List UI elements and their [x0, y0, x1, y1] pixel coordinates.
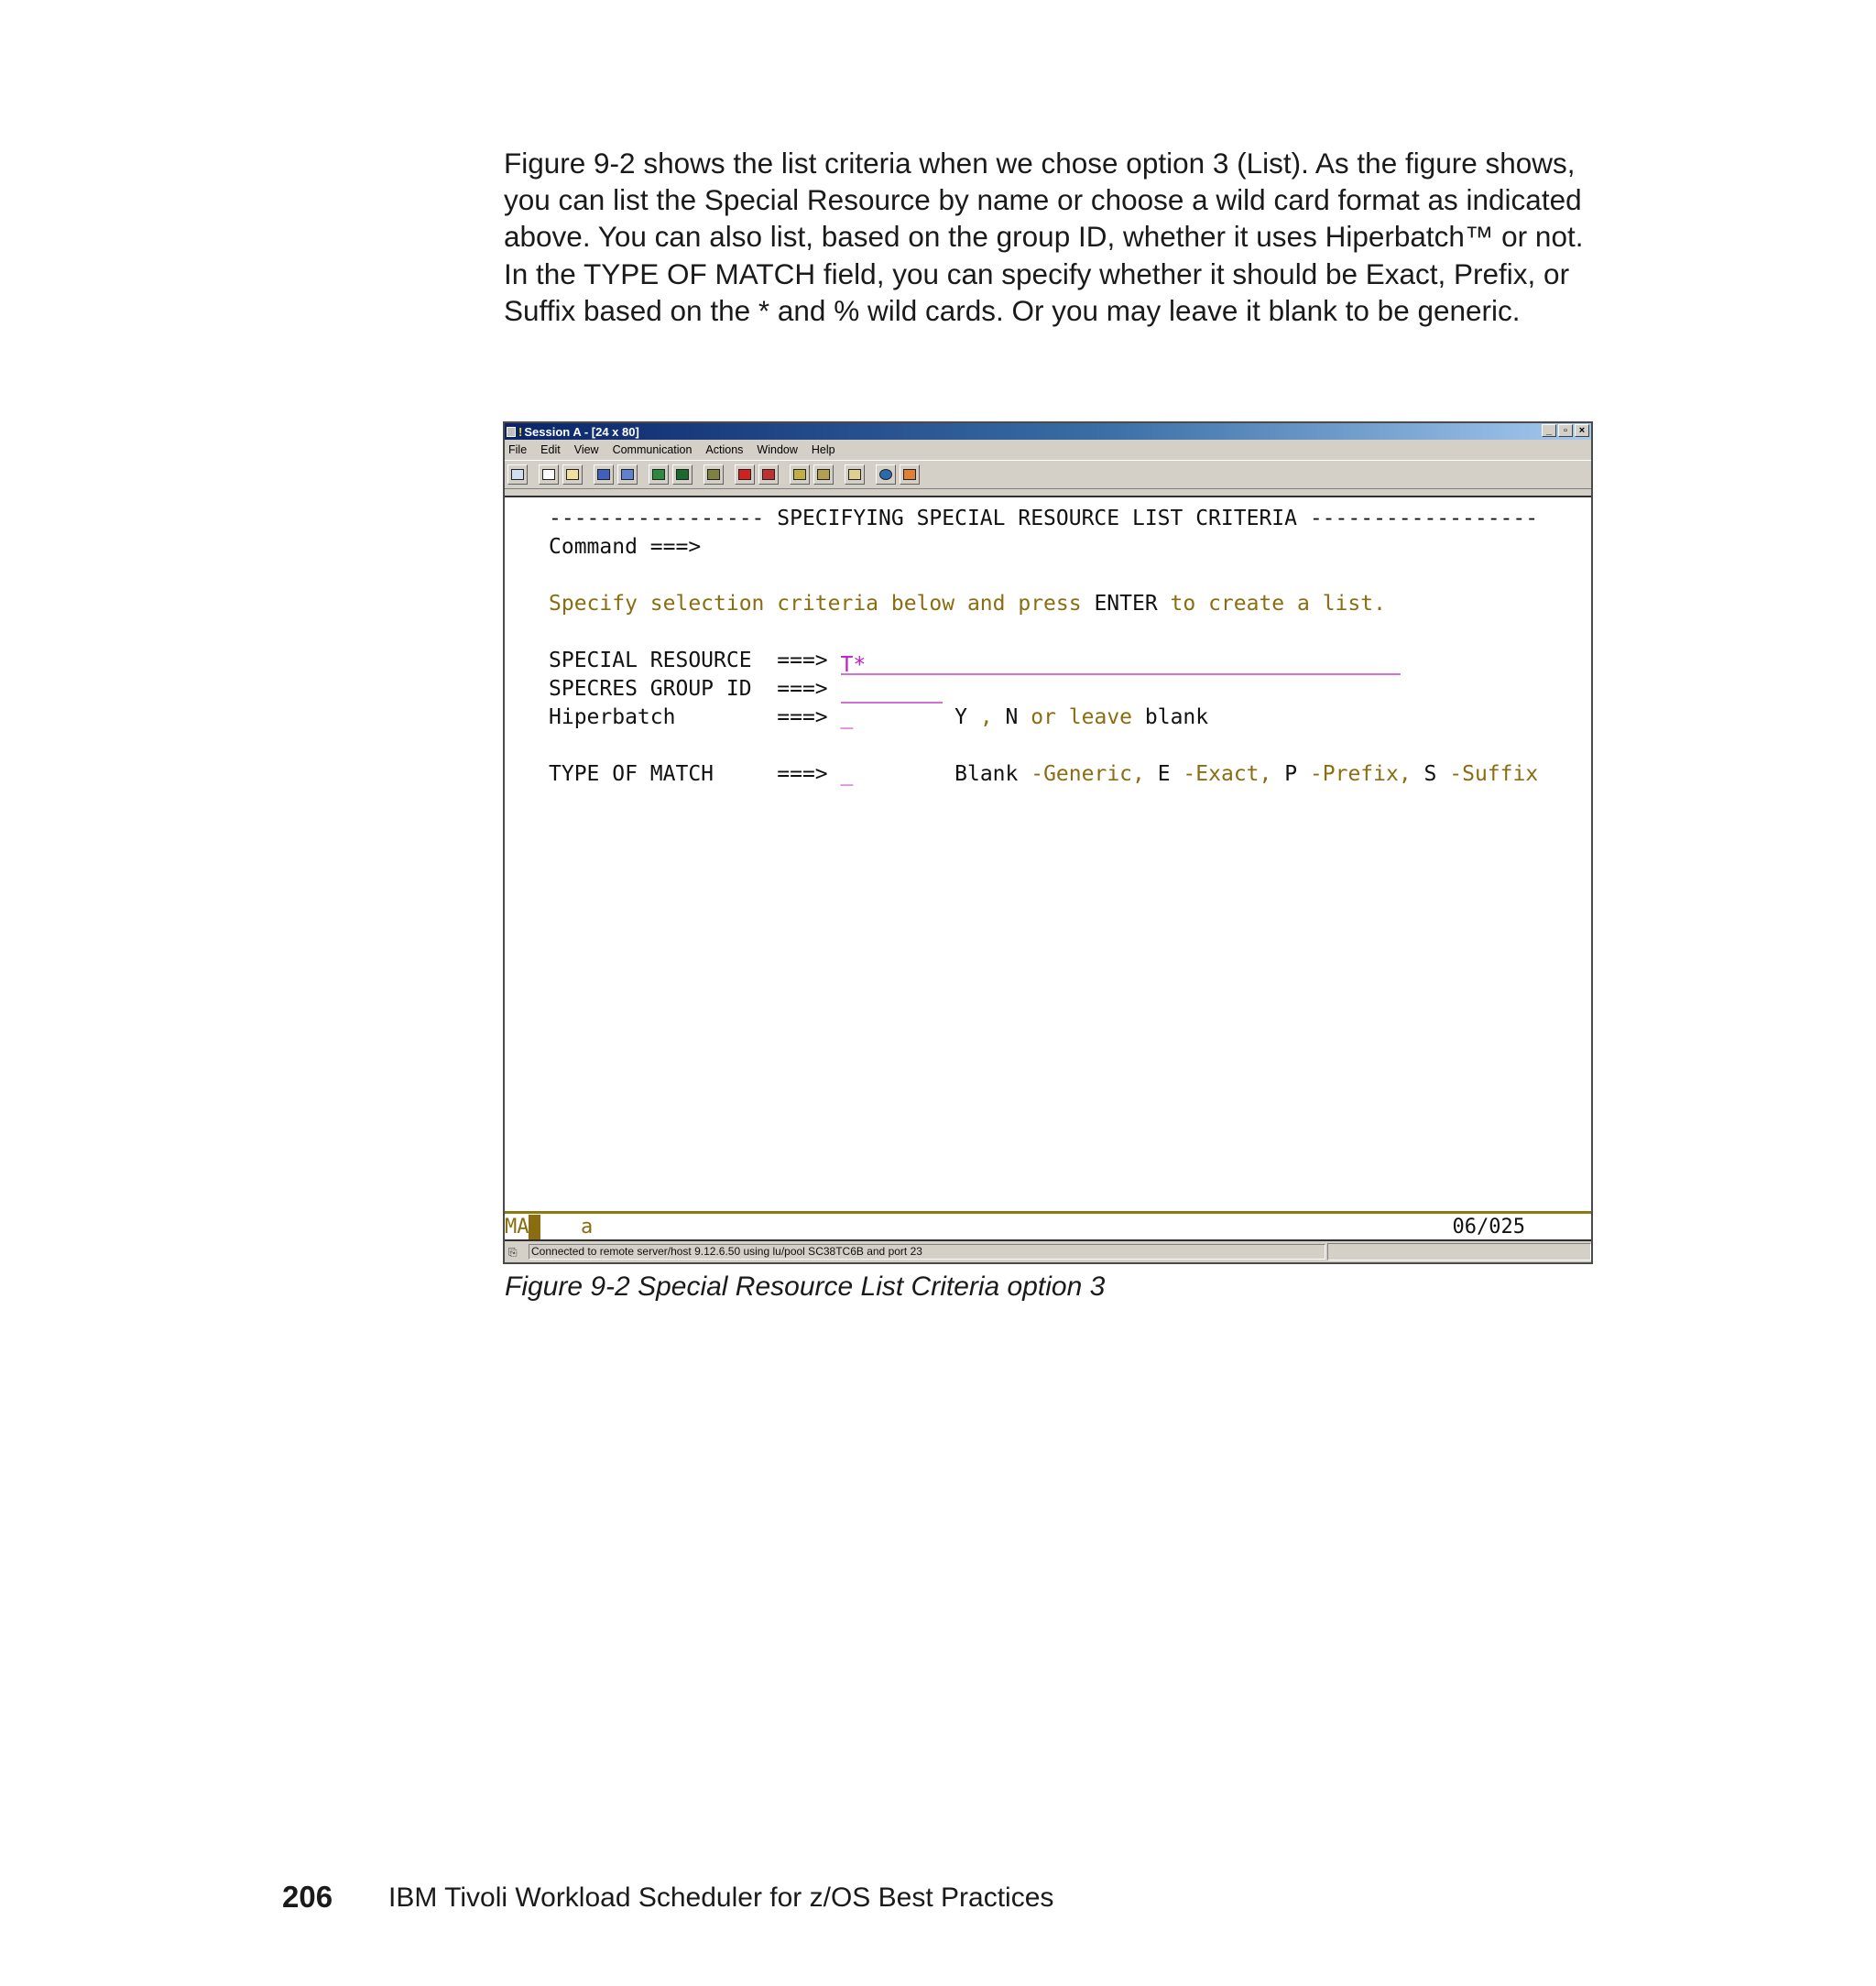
hint-or: or leave: [1018, 705, 1145, 729]
instruction-line: Specify selection criteria below and pre…: [549, 590, 1386, 618]
menu-edit[interactable]: Edit: [540, 443, 561, 456]
menu-help[interactable]: Help: [812, 443, 835, 456]
intro-paragraph: Figure 9-2 shows the list criteria when …: [504, 147, 1584, 327]
window-title: Session A - [24 x 80]: [524, 424, 639, 439]
keypad-icon[interactable]: [672, 464, 693, 485]
globe-icon[interactable]: [876, 464, 896, 485]
special-resource-input[interactable]: T*: [840, 651, 1401, 677]
cursor-position: 06/025: [1452, 1216, 1525, 1239]
page-number: 206: [282, 1880, 333, 1914]
oia-indicator: a: [581, 1216, 594, 1239]
command-label: Command ===>: [549, 535, 702, 559]
menu-bar: File Edit View Communication Actions Win…: [505, 440, 1591, 460]
emulator-window: ! Session A - [24 x 80] _ ▫ × File Edit …: [503, 421, 1593, 1264]
hint-y: Y: [954, 705, 967, 729]
command-line[interactable]: Command ===>: [549, 533, 701, 562]
stop-macro-icon[interactable]: [758, 464, 779, 485]
app-icon: [507, 426, 516, 437]
hiperbatch-label: Hiperbatch ===>: [549, 705, 828, 729]
option-e: E: [1157, 762, 1171, 786]
menu-window[interactable]: Window: [757, 443, 797, 456]
menu-actions[interactable]: Actions: [705, 443, 743, 456]
title-bar: ! Session A - [24 x 80] _ ▫ ×: [505, 423, 1591, 440]
hint-sep: ,: [967, 705, 1006, 729]
hiperbatch-row: Hiperbatch ===> _ Y , N or leave blank: [549, 704, 1208, 732]
help-icon[interactable]: [900, 464, 920, 485]
clipboard-icon[interactable]: [845, 464, 865, 485]
menu-communication[interactable]: Communication: [613, 443, 693, 456]
instruction-text: Specify selection criteria below and pre…: [549, 592, 1095, 616]
send-icon[interactable]: [594, 464, 614, 485]
desc-suffix: -Suffix: [1436, 762, 1539, 786]
oia-mode: MA: [505, 1216, 529, 1239]
group-id-input[interactable]: [840, 680, 943, 704]
group-id-row: SPECRES GROUP ID ===>: [549, 675, 943, 704]
status-bar: ⎘ Connected to remote server/host 9.12.6…: [505, 1241, 1591, 1262]
type-of-match-input[interactable]: _: [841, 762, 854, 786]
book-title: IBM Tivoli Workload Scheduler for z/OS B…: [388, 1882, 1054, 1913]
desc-exact: -Exact,: [1170, 762, 1285, 786]
panel-header: ----------------- SPECIFYING SPECIAL RES…: [549, 507, 1539, 530]
special-resource-label: SPECIAL RESOURCE ===>: [549, 649, 828, 672]
group-id-label: SPECRES GROUP ID ===>: [549, 677, 828, 701]
option-s: S: [1423, 762, 1437, 786]
desc-prefix: -Prefix,: [1297, 762, 1424, 786]
close-button[interactable]: ×: [1575, 424, 1589, 437]
terminal-screen[interactable]: ----------------- SPECIFYING SPECIAL RES…: [505, 496, 1591, 1211]
color-map-icon[interactable]: [704, 464, 724, 485]
operator-info-area: MA a 06/025: [505, 1211, 1591, 1241]
toolbar: [505, 460, 1591, 489]
copy-icon[interactable]: [539, 464, 559, 485]
print-screen-icon[interactable]: [507, 464, 528, 485]
window-controls: _ ▫ ×: [1542, 424, 1589, 437]
display-icon[interactable]: [649, 464, 669, 485]
play-macro-icon[interactable]: [790, 464, 810, 485]
status-text: Connected to remote server/host 9.12.6.5…: [529, 1244, 1325, 1260]
figure-caption: Figure 9-2 Special Resource List Criteri…: [505, 1271, 1106, 1302]
receive-icon[interactable]: [617, 464, 638, 485]
hint-blank: blank: [1144, 705, 1209, 729]
type-of-match-row: TYPE OF MATCH ===> _ Blank -Generic, E -…: [549, 760, 1538, 789]
macro-list-icon[interactable]: [813, 464, 834, 485]
desc-generic: -Generic,: [1018, 762, 1158, 786]
restore-button[interactable]: ▫: [1558, 424, 1573, 437]
record-macro-icon[interactable]: [735, 464, 755, 485]
option-p: P: [1284, 762, 1298, 786]
oia-block: [529, 1215, 540, 1239]
hiperbatch-input[interactable]: _: [841, 705, 854, 729]
paste-icon[interactable]: [562, 464, 583, 485]
status-panel: [1327, 1243, 1591, 1260]
warning-icon: !: [518, 424, 523, 439]
menu-file[interactable]: File: [508, 443, 527, 456]
option-blank: Blank: [954, 762, 1019, 786]
hint-n: N: [1005, 705, 1019, 729]
instruction-text-end: to create a list.: [1157, 592, 1386, 616]
connection-icon: ⎘: [508, 1245, 518, 1259]
minimize-button[interactable]: _: [1542, 424, 1556, 437]
enter-key-text: ENTER: [1094, 592, 1158, 616]
type-of-match-label: TYPE OF MATCH ===>: [549, 762, 828, 786]
menu-view[interactable]: View: [574, 443, 599, 456]
special-resource-row: SPECIAL RESOURCE ===> T*: [549, 647, 1401, 677]
